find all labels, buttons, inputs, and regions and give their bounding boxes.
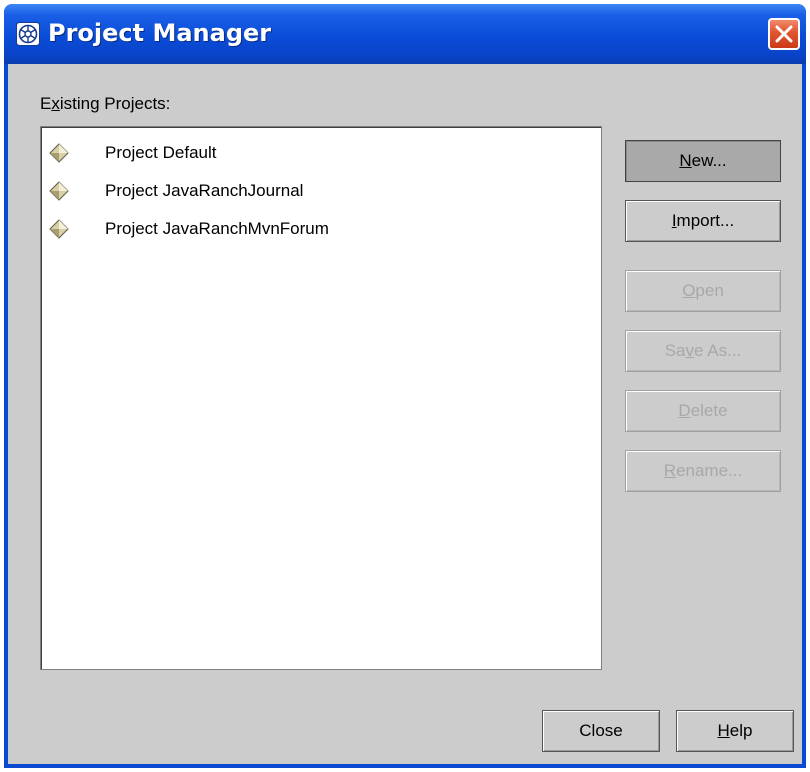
window-title: Project Manager (48, 19, 272, 47)
delete-project-button[interactable]: Delete (625, 390, 781, 432)
dialog-body: Existing Projects: Project Default Proje… (8, 64, 802, 764)
list-item[interactable]: Project Default (49, 141, 589, 169)
existing-projects-label: Existing Projects: (40, 94, 171, 113)
project-manager-app-icon (16, 22, 40, 46)
save-as-button[interactable]: Save As... (625, 330, 781, 372)
project-diamond-icon (49, 181, 69, 201)
project-name: Project JavaRanchMvnForum (105, 219, 329, 238)
project-manager-window: Project Manager Existing Projects: Proje… (4, 4, 806, 768)
import-project-button[interactable]: Import... (625, 200, 781, 242)
help-button[interactable]: Help (676, 710, 794, 752)
new-project-button[interactable]: New... (625, 140, 781, 182)
open-project-button[interactable]: Open (625, 270, 781, 312)
close-button[interactable]: Close (542, 710, 660, 752)
rename-project-button[interactable]: Rename... (625, 450, 781, 492)
project-name: Project JavaRanchJournal (105, 181, 304, 200)
project-diamond-icon (49, 143, 69, 163)
project-list[interactable]: Project Default Project JavaRanchJournal… (40, 126, 602, 670)
list-item[interactable]: Project JavaRanchJournal (49, 179, 589, 207)
close-icon[interactable] (768, 18, 800, 50)
title-bar[interactable]: Project Manager (4, 4, 806, 64)
list-item[interactable]: Project JavaRanchMvnForum (49, 217, 589, 245)
project-name: Project Default (105, 143, 217, 162)
project-diamond-icon (49, 219, 69, 239)
